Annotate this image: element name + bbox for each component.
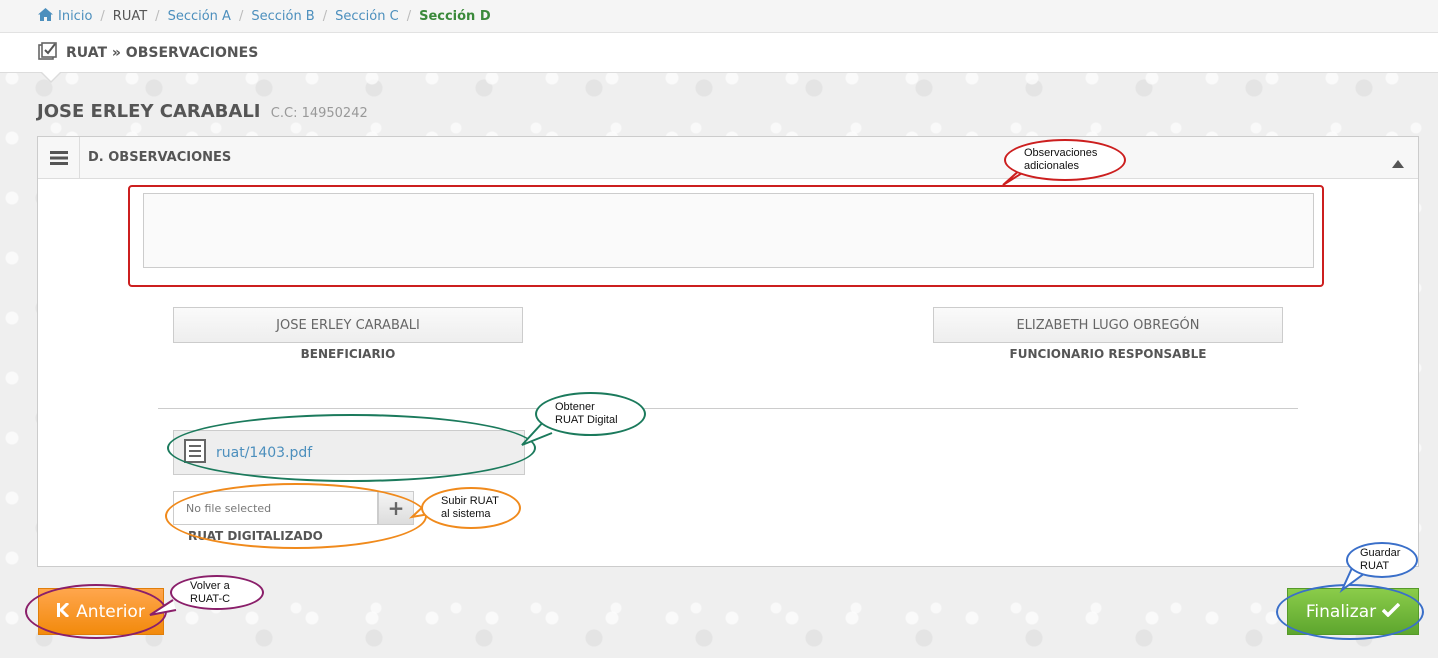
observations-textarea[interactable] (143, 193, 1314, 268)
callout-volver-line2: RUAT-C (190, 592, 231, 605)
home-icon[interactable] (38, 7, 53, 25)
callout-subir-line1: Subir RUAT (441, 495, 499, 507)
callout-observaciones-line2: adicionales (1024, 160, 1080, 172)
person-name: JOSE ERLEY CARABALI (37, 101, 261, 122)
callout-subir: Subir RUAT al sistema (421, 487, 521, 529)
breadcrumb-separator: / (100, 8, 105, 24)
official-label: FUNCIONARIO RESPONSABLE (1009, 347, 1207, 361)
beneficiary-label: BENEFICIARIO (300, 347, 396, 361)
breadcrumb-home[interactable]: Inicio (58, 9, 92, 24)
upload-highlight (165, 483, 427, 549)
page-title: RUAT » OBSERVACIONES (66, 44, 259, 61)
breadcrumb-separator: / (155, 8, 160, 24)
breadcrumb-section-d: Sección D (419, 8, 491, 24)
callout-observaciones-line1: Observaciones (1024, 147, 1098, 159)
breadcrumb-ruat: RUAT (112, 8, 148, 24)
page-header: RUAT » OBSERVACIONES (0, 33, 1438, 83)
panel-header: D. OBSERVACIONES (38, 136, 1418, 179)
callout-guardar-line1: Guardar (1360, 547, 1401, 559)
breadcrumb-separator: / (406, 8, 412, 24)
official-signature: ELIZABETH LUGO OBREGÓN (933, 307, 1283, 343)
callout-obtener-line2: RUAT Digital (555, 414, 618, 426)
callout-volver-line1: Volver a (190, 579, 230, 592)
breadcrumb-section-c[interactable]: Sección C (335, 9, 399, 24)
callout-guardar-line2: RUAT (1360, 560, 1390, 572)
person-id: C.C: 14950242 (270, 106, 368, 121)
person-heading: JOSE ERLEY CARABALI C.C: 14950242 (37, 101, 368, 122)
callout-volver: Volver a RUAT-C (170, 575, 264, 610)
panel-title: D. OBSERVACIONES (88, 150, 232, 165)
breadcrumb-section-b[interactable]: Sección B (251, 9, 314, 24)
file-highlight (167, 414, 536, 482)
breadcrumb: Inicio / RUAT / Sección A / Sección B / … (0, 0, 1438, 33)
menu-icon[interactable] (38, 136, 80, 179)
divider (158, 408, 1298, 409)
checklist-icon (38, 41, 58, 64)
callout-obtener-line1: Obtener (555, 401, 595, 413)
previous-highlight (25, 584, 167, 639)
callout-obtener: Obtener RUAT Digital (535, 392, 646, 436)
beneficiary-signature: JOSE ERLEY CARABALI (173, 307, 523, 343)
callout-guardar: Guardar RUAT (1346, 542, 1418, 578)
callout-observaciones: Observaciones adicionales (1004, 139, 1126, 181)
caret-up-icon[interactable] (1392, 153, 1404, 172)
breadcrumb-section-a[interactable]: Sección A (168, 9, 231, 24)
breadcrumb-separator: / (238, 8, 244, 24)
callout-subir-line2: al sistema (441, 508, 491, 520)
breadcrumb-separator: / (322, 8, 328, 24)
